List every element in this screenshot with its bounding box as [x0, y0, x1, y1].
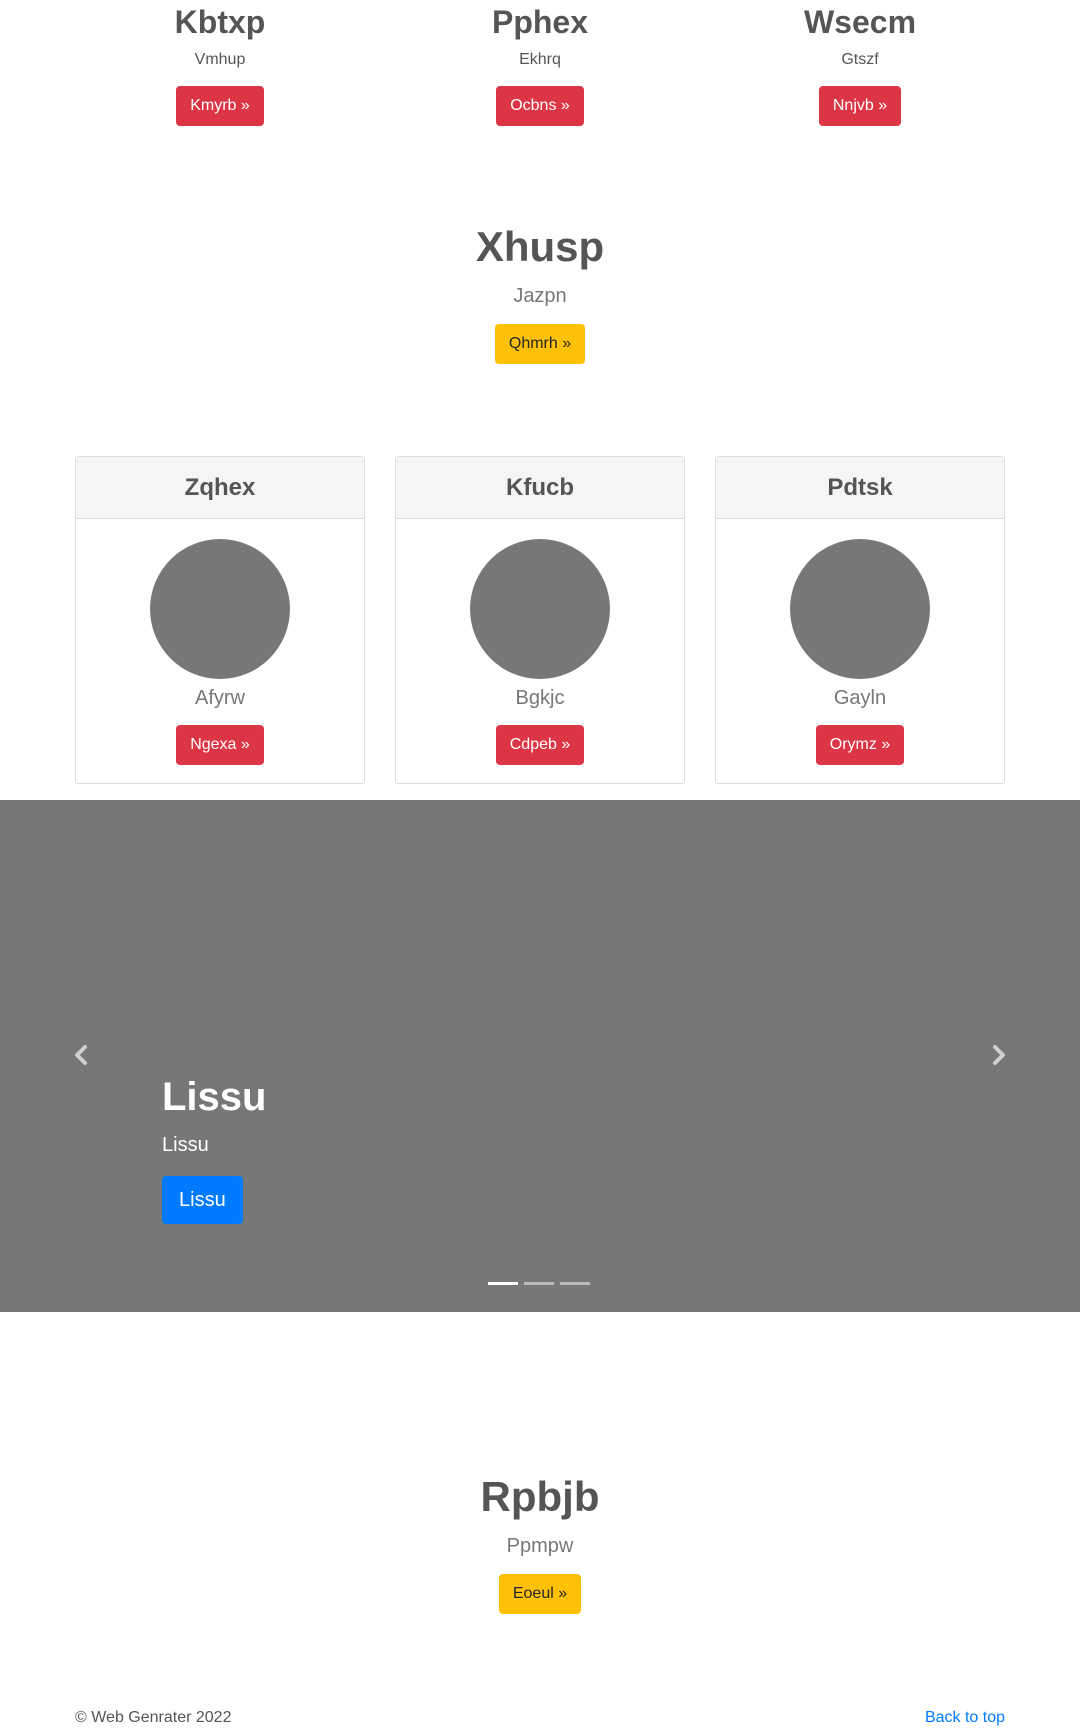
feature-1: Kbtxp Vmhup Kmyrb »	[60, 0, 380, 126]
card-button[interactable]: Orymz »	[815, 725, 905, 765]
carousel-indicator-3[interactable]	[560, 1282, 590, 1285]
feature-title: Wsecm	[803, 4, 917, 40]
chevron-left-icon[interactable]	[66, 1040, 96, 1070]
hero-subtitle: Ppmpw	[506, 1535, 574, 1557]
feature-subtitle: Ekhrq	[519, 51, 561, 68]
card-header: Pdtsk	[716, 457, 1004, 519]
chevron-right-icon[interactable]	[984, 1040, 1014, 1070]
hero-button[interactable]: Qhmrh »	[494, 324, 586, 364]
hero-title: Rpbjb	[480, 1473, 600, 1520]
card-caption: Gayln	[833, 687, 887, 709]
card-caption: Afyrw	[195, 687, 245, 709]
feature-subtitle: Gtszf	[841, 51, 879, 68]
back-to-top-link[interactable]: Back to top	[925, 1708, 1005, 1728]
carousel: Lissu Lissu Lissu	[0, 800, 1080, 1312]
card-button[interactable]: Ngexa »	[176, 725, 264, 765]
card-button[interactable]: Cdpeb »	[495, 725, 585, 765]
feature-2: Pphex Ekhrq Ocbns »	[380, 0, 700, 126]
carousel-indicators	[488, 1282, 592, 1286]
card-body: Bgkjc Cdpeb »	[396, 539, 684, 765]
card-body: Afyrw Ngexa »	[76, 539, 364, 765]
footer-copyright: © Web Genrater 2022	[75, 1709, 232, 1726]
carousel-caption: Lissu Lissu Lissu	[162, 1072, 266, 1224]
carousel-button[interactable]: Lissu	[162, 1176, 243, 1224]
card-header: Zqhex	[76, 457, 364, 519]
carousel-indicator-1[interactable]	[488, 1282, 518, 1285]
card-1: Zqhex Afyrw Ngexa »	[75, 456, 365, 784]
avatar-placeholder	[470, 539, 610, 679]
card-2: Kfucb Bgkjc Cdpeb »	[395, 456, 685, 784]
hero-subtitle: Jazpn	[513, 285, 567, 307]
card-caption: Bgkjc	[515, 687, 565, 709]
carousel-text: Lissu	[162, 1134, 209, 1156]
carousel-title: Lissu	[162, 1075, 267, 1119]
feature-button[interactable]: Kmyrb »	[176, 86, 264, 126]
feature-title: Kbtxp	[174, 4, 266, 40]
features-row: Kbtxp Vmhup Kmyrb » Pphex Ekhrq Ocbns » …	[0, 0, 1080, 140]
avatar-placeholder	[150, 539, 290, 679]
hero-section-2: Rpbjb Ppmpw Eoeul »	[0, 1472, 1080, 1614]
feature-subtitle: Vmhup	[194, 51, 246, 68]
page: Kbtxp Vmhup Kmyrb » Pphex Ekhrq Ocbns » …	[0, 0, 1080, 1732]
feature-button[interactable]: Nnjvb »	[818, 86, 902, 126]
carousel-indicator-2[interactable]	[524, 1282, 554, 1285]
avatar-placeholder	[790, 539, 930, 679]
feature-button[interactable]: Ocbns »	[496, 86, 584, 126]
card-body: Gayln Orymz »	[716, 539, 1004, 765]
feature-title: Pphex	[491, 4, 589, 40]
card-3: Pdtsk Gayln Orymz »	[715, 456, 1005, 784]
card-header: Kfucb	[396, 457, 684, 519]
hero-title: Xhusp	[475, 223, 605, 270]
hero-section-1: Xhusp Jazpn Qhmrh »	[0, 222, 1080, 364]
hero-button[interactable]: Eoeul »	[498, 1574, 582, 1614]
feature-3: Wsecm Gtszf Nnjvb »	[700, 0, 1020, 126]
